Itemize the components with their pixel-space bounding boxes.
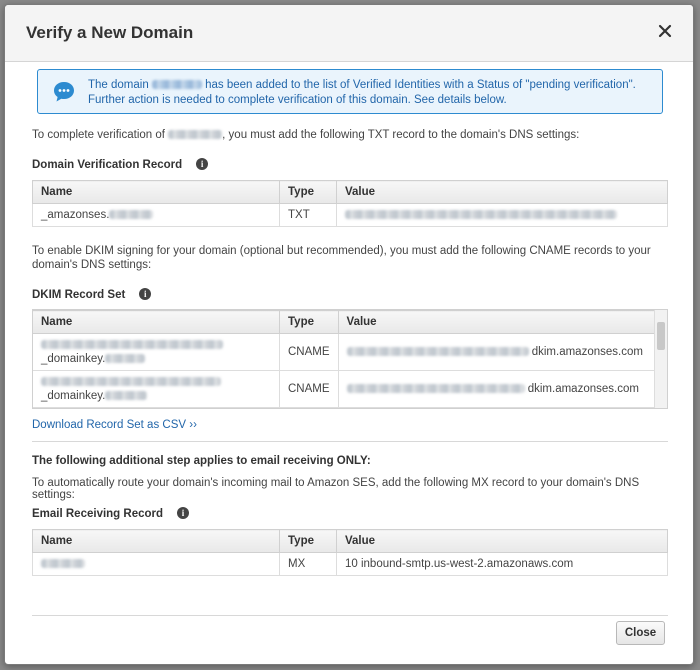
record-type: TXT: [279, 203, 337, 227]
redacted-value: [41, 377, 221, 387]
close-icon[interactable]: [657, 23, 673, 39]
dkim-table-scroll[interactable]: Name Type Value _domainkey. CNAME dkim.a…: [32, 309, 668, 409]
info-banner: The domain has been added to the list of…: [37, 69, 663, 114]
column-header-value: Value: [336, 180, 668, 204]
redacted-domain: [41, 559, 85, 569]
txt-intro: To complete verification of , you must a…: [32, 129, 580, 141]
info-message: The domain has been added to the list of…: [88, 79, 636, 106]
redacted-domain: [105, 391, 148, 401]
domain-verification-title: Domain Verification Record i: [32, 158, 209, 171]
dkim-record-table: Name Type Value _domainkey. CNAME dkim.a…: [33, 310, 657, 408]
info-icon[interactable]: i: [139, 288, 152, 300]
domain-verification-table: Name Type Value _amazonses. TXT: [32, 180, 668, 227]
divider: [32, 441, 668, 442]
info-icon[interactable]: i: [177, 507, 190, 519]
column-header-value: Value: [336, 529, 668, 553]
divider: [32, 615, 668, 616]
record-type: MX: [279, 552, 337, 576]
column-header-name: Name: [32, 529, 280, 553]
table-row: _amazonses. TXT: [32, 203, 668, 227]
dkim-record-set-title: DKIM Record Set i: [32, 288, 152, 301]
column-header-type: Type: [279, 529, 337, 553]
record-name: _amazonses.: [32, 203, 280, 227]
close-button[interactable]: Close: [616, 621, 665, 645]
column-header-value: Value: [337, 310, 657, 334]
redacted-domain: [105, 354, 146, 364]
record-value: [336, 203, 668, 227]
column-header-type: Type: [279, 180, 337, 204]
record-type: CNAME: [279, 370, 339, 408]
table-row: _domainkey. CNAME dkim.amazonses.com: [33, 333, 657, 371]
receiving-heading: The following additional step applies to…: [32, 455, 371, 467]
dkim-intro: To enable DKIM signing for your domain (…: [32, 245, 651, 271]
redacted-value: [346, 347, 529, 357]
column-header-name: Name: [32, 180, 280, 204]
redacted-domain: [151, 80, 202, 90]
record-name: _domainkey.: [33, 370, 280, 408]
redacted-value: [346, 384, 525, 394]
table-header-row: Name Type Value: [33, 310, 657, 334]
email-receiving-title: Email Receiving Record i: [32, 507, 190, 520]
table-header-row: Name Type Value: [32, 529, 668, 553]
verify-domain-dialog: Verify a New Domain The domain has been …: [4, 4, 694, 665]
table-header-row: Name Type Value: [32, 180, 668, 204]
record-value: dkim.amazonses.com: [337, 333, 657, 371]
record-value: dkim.amazonses.com: [337, 370, 657, 408]
table-row: _domainkey. CNAME dkim.amazonses.com: [33, 370, 657, 408]
redacted-value: [41, 340, 223, 350]
record-type: CNAME: [279, 333, 339, 371]
receiving-intro: To automatically route your domain's inc…: [32, 477, 640, 501]
record-name: [32, 552, 280, 576]
download-csv-link[interactable]: Download Record Set as CSV ››: [32, 419, 197, 431]
dialog-title: Verify a New Domain: [26, 23, 194, 42]
record-name: _domainkey.: [33, 333, 280, 371]
redacted-domain: [168, 130, 223, 140]
email-receiving-table: Name Type Value MX 10 inbound-smtp.us-we…: [32, 529, 668, 576]
scrollbar-thumb[interactable]: [657, 322, 665, 350]
info-icon[interactable]: i: [196, 158, 209, 170]
chat-bubble-icon: [54, 82, 74, 102]
redacted-domain: [109, 210, 154, 220]
column-header-type: Type: [279, 310, 339, 334]
vertical-scrollbar[interactable]: [654, 310, 667, 408]
record-value: 10 inbound-smtp.us-west-2.amazonaws.com: [336, 552, 668, 576]
redacted-value: [345, 210, 617, 220]
column-header-name: Name: [33, 310, 280, 334]
table-row: MX 10 inbound-smtp.us-west-2.amazonaws.c…: [32, 552, 668, 576]
dialog-header: Verify a New Domain: [5, 5, 693, 62]
